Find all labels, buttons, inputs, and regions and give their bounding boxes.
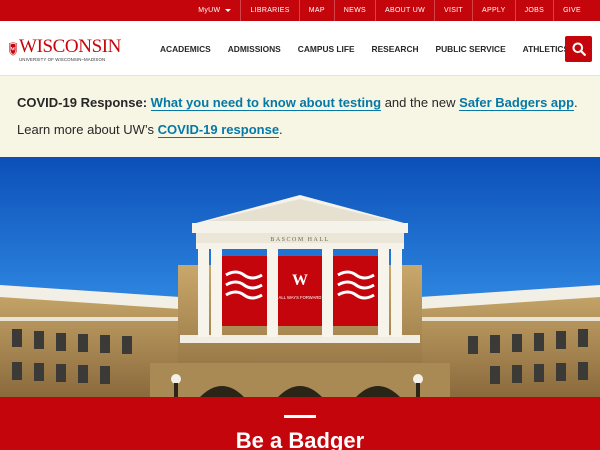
search-button[interactable] — [565, 36, 592, 62]
uw-crest-icon: W — [9, 42, 17, 56]
notice-text-2: Learn more about UW’s — [17, 122, 155, 137]
nav-item-public-service[interactable]: PUBLIC SERVICE — [436, 44, 506, 54]
utility-link-map[interactable]: MAP — [298, 0, 334, 21]
notice-line-1: COVID-19 Response: What you need to know… — [17, 95, 578, 111]
covid-notice: COVID-19 Response: What you need to know… — [0, 76, 600, 157]
main-nav: ACADEMICS ADMISSIONS CAMPUS LIFE RESEARC… — [160, 21, 586, 76]
nav-item-research[interactable]: RESEARCH — [372, 44, 419, 54]
utility-link-myuw[interactable]: MyUW — [189, 0, 240, 21]
nav-item-campus-life[interactable]: CAMPUS LIFE — [298, 44, 355, 54]
covid-response-link[interactable]: COVID-19 response — [157, 122, 280, 138]
nav-item-athletics[interactable]: ATHLETICS — [523, 44, 569, 54]
search-icon — [572, 42, 586, 56]
notice-period: . — [574, 95, 578, 110]
feature-heading: Be a Badger — [235, 428, 365, 450]
feature-band: Be a Badger — [0, 397, 600, 450]
utility-link-visit[interactable]: VISIT — [434, 0, 472, 21]
utility-link-myuw-label: MyUW — [198, 7, 221, 14]
bascom-hall-illustration: BASCOM HALL W ALL WAYS FORWARD — [0, 157, 600, 397]
notice-period-2: . — [279, 122, 283, 137]
banner-w: W — [292, 272, 308, 289]
notice-line-2: Learn more about UW’s COVID-19 response. — [17, 122, 283, 138]
notice-text: and the new — [384, 95, 456, 110]
utility-link-give[interactable]: GIVE — [553, 0, 590, 21]
hero-image: BASCOM HALL W ALL WAYS FORWARD — [0, 157, 600, 397]
site-logo[interactable]: W WISCONSIN UNIVERSITY OF WISCONSIN–MADI… — [9, 30, 121, 68]
chevron-down-icon — [225, 9, 232, 12]
utility-nav-bar: MyUW LIBRARIES MAP NEWS ABOUT UW VISIT A… — [0, 0, 600, 21]
site-header: W WISCONSIN UNIVERSITY OF WISCONSIN–MADI… — [0, 21, 600, 76]
utility-link-about[interactable]: ABOUT UW — [375, 0, 434, 21]
section-divider — [284, 415, 316, 418]
nav-item-admissions[interactable]: ADMISSIONS — [228, 44, 281, 54]
banner-text: ALL WAYS FORWARD — [279, 295, 322, 300]
red-banners: W ALL WAYS FORWARD — [220, 256, 380, 326]
utility-link-apply[interactable]: APPLY — [472, 0, 515, 21]
utility-link-libraries[interactable]: LIBRARIES — [240, 0, 298, 21]
safer-badgers-link[interactable]: Safer Badgers app — [459, 95, 575, 111]
nav-item-academics[interactable]: ACADEMICS — [160, 44, 211, 54]
logo-text: WISCONSIN UNIVERSITY OF WISCONSIN–MADISO… — [19, 37, 121, 62]
building-sign: BASCOM HALL — [270, 237, 329, 243]
testing-link[interactable]: What you need to know about testing — [150, 95, 382, 111]
utility-link-jobs[interactable]: JOBS — [514, 0, 553, 21]
utility-link-news[interactable]: NEWS — [333, 0, 375, 21]
notice-heading: COVID-19 Response: — [17, 95, 148, 110]
wordmark: WISCONSIN — [19, 35, 121, 57]
wordmark-subtitle: UNIVERSITY OF WISCONSIN–MADISON — [19, 56, 106, 62]
svg-text:W: W — [11, 47, 16, 52]
